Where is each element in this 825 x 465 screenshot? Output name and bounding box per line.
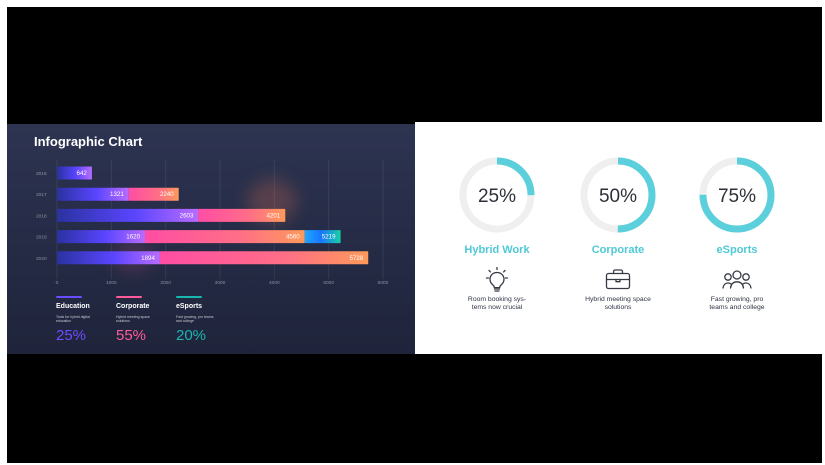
lightbulb-icon [485, 266, 509, 292]
x-tick-label: 5000 [323, 280, 334, 286]
y-category-label: 2020 [36, 256, 47, 262]
stat-description-esports: Fast growing, pro teams and college [709, 296, 765, 312]
legend-line-corporate [116, 296, 142, 298]
bar-data-label: 5219 [322, 234, 336, 241]
x-tick-label: 6000 [378, 280, 389, 286]
infographic-chart-panel: Infographic Chart 642 1321 2240 2603 4201 162… [7, 124, 415, 354]
progress-ring-label: 75% [718, 186, 756, 207]
bar-data-label: 1620 [126, 234, 140, 241]
legend-percent-esports: 20% [176, 327, 207, 345]
progress-ring-label: 50% [599, 186, 637, 207]
legend-line-esports [176, 296, 202, 298]
x-tick-label: 0 [56, 280, 59, 286]
stat-card-corporate: 50% Corporate Hybrid meeting space solut… [565, 153, 671, 312]
bar-data-label: 1894 [141, 255, 155, 262]
y-category-label: 2016 [36, 171, 47, 177]
stat-card-esports: 75% eSports Fast growing, pro teams and … [684, 153, 790, 312]
y-category-label: 2018 [36, 213, 47, 219]
x-tick-label: 3000 [215, 280, 226, 286]
legend-percent-education: 25% [56, 327, 87, 345]
bar-data-label: 1321 [110, 191, 124, 198]
bar-data-label: 2240 [160, 191, 174, 198]
legend-name-education: Education [56, 303, 90, 310]
stat-title-hybrid-work: Hybrid Work [464, 244, 530, 256]
bar-data-label: 4201 [266, 212, 280, 219]
legend-description-esports: Fast growing, pro teams and college [176, 314, 214, 324]
x-tick-label: 2000 [160, 280, 171, 286]
legend-item-education: Education Tools for hybrid digital educa… [56, 296, 116, 343]
corporate-progress-ring: 50% [580, 157, 656, 233]
progress-ring-label: 25% [478, 186, 516, 207]
legend-item-corporate: Corporate Hybrid meeting space solutions… [116, 296, 176, 343]
stat-description-corporate: Hybrid meeting space solutions [585, 296, 651, 312]
x-tick-label: 1000 [106, 280, 117, 286]
bar-segment [57, 208, 199, 222]
percentage-summary-panel: 25% Hybrid Work Room booking sys- tems n… [415, 122, 825, 354]
hybrid-work-progress-ring: 25% [459, 157, 535, 233]
y-category-label: 2017 [36, 192, 47, 198]
stat-title-esports: eSports [716, 244, 758, 256]
briefcase-icon [605, 269, 631, 290]
legend-description-education: Tools for hybrid digital education [56, 314, 90, 324]
bar-data-label: 5728 [349, 255, 363, 262]
stat-title-corporate: Corporate [591, 244, 645, 256]
stat-description-hybrid-work: Room booking sys- tems now crucial [467, 296, 527, 312]
legend-percent-corporate: 55% [116, 327, 147, 345]
bar-data-label: 4560 [286, 234, 300, 241]
bar-data-label: 642 [77, 170, 88, 177]
x-tick-label: 4000 [269, 280, 280, 286]
y-category-label: 2019 [36, 235, 47, 241]
legend-name-corporate: Corporate [116, 303, 150, 310]
stat-card-hybrid-work: 25% Hybrid Work Room booking sys- tems n… [444, 153, 550, 312]
bar-segment [159, 251, 369, 265]
bar-data-label: 2603 [180, 212, 194, 219]
legend-item-esports: eSports Fast growing, pro teams and coll… [176, 296, 236, 343]
legend-name-esports: eSports [176, 303, 203, 310]
esports-progress-ring: 75% [699, 157, 775, 233]
legend-line-education [56, 296, 82, 298]
users-icon [722, 270, 752, 289]
legend-description-corporate: Hybrid meeting space solutions [116, 314, 150, 324]
bar-segment [145, 230, 305, 244]
